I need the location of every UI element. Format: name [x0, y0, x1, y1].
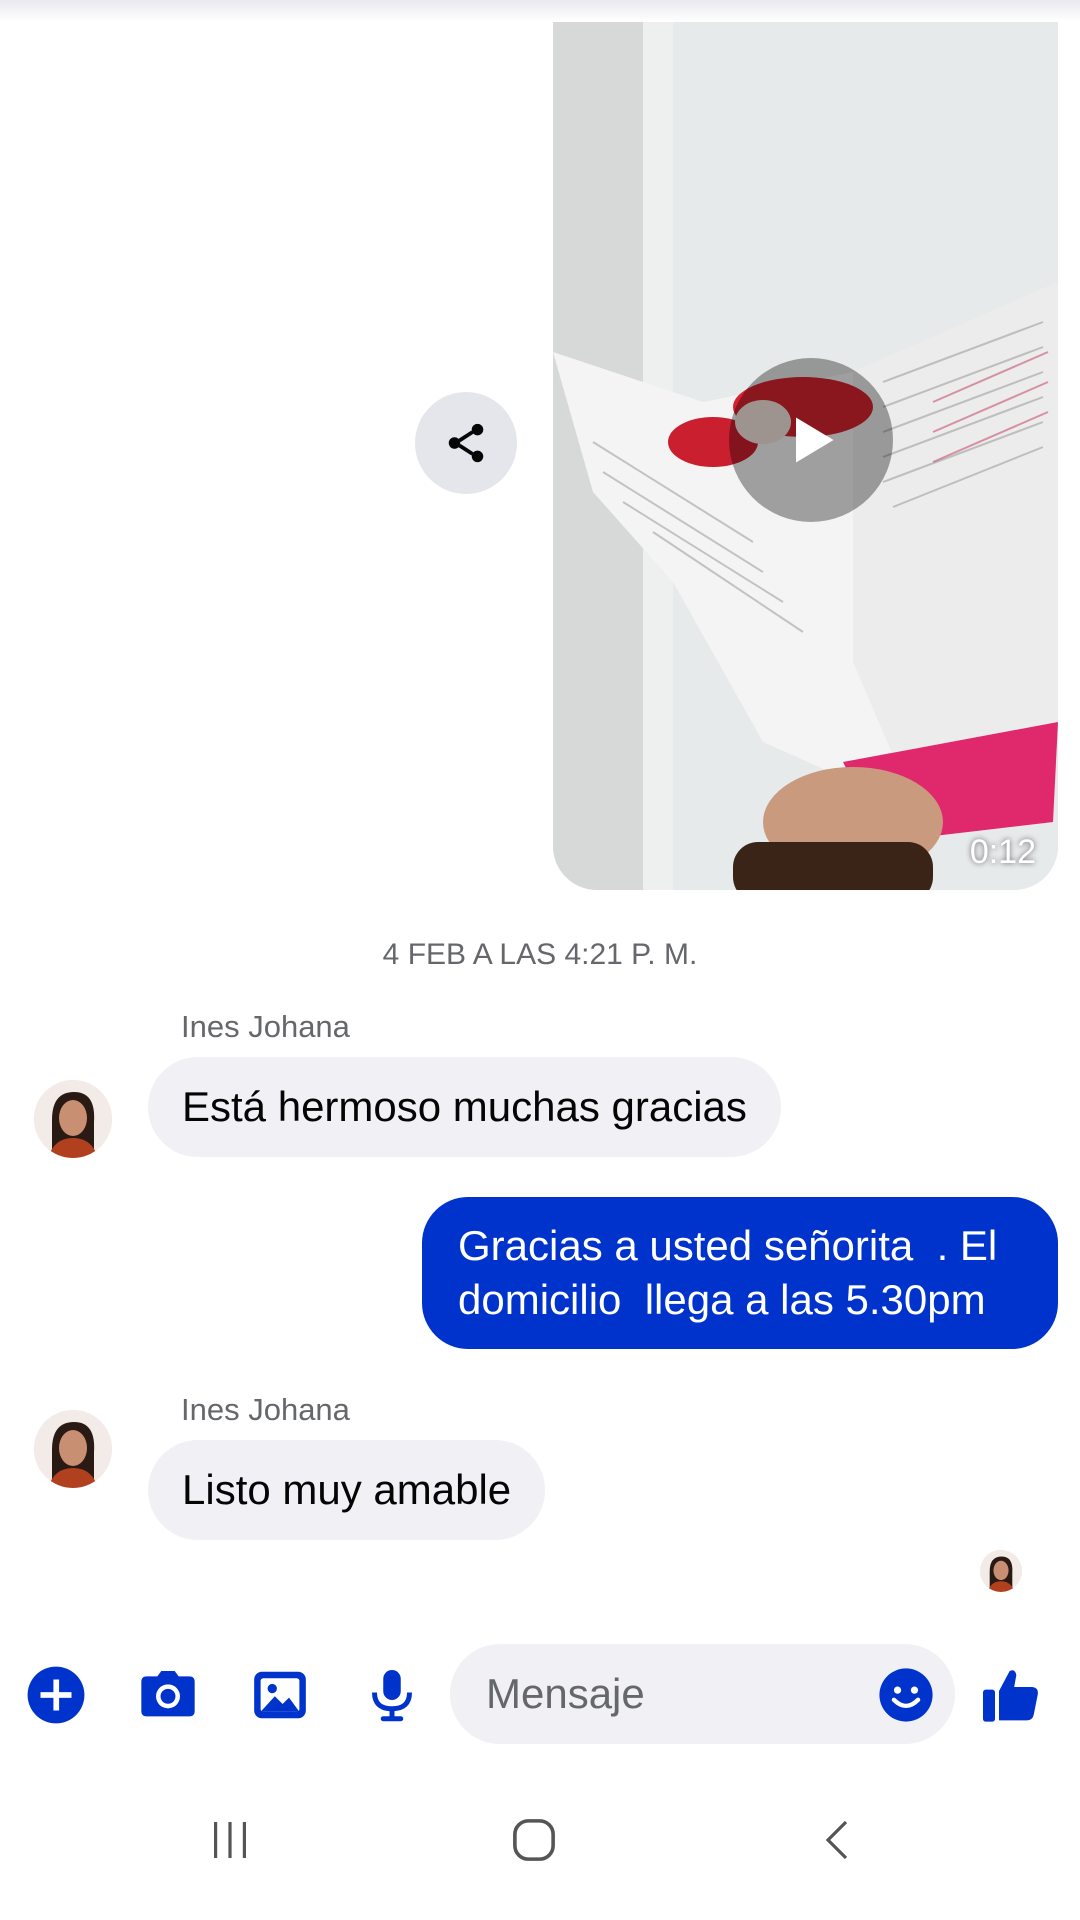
message-input-container[interactable]: [450, 1644, 955, 1744]
play-icon: [796, 417, 834, 463]
thumbs-up-icon: [983, 1670, 1038, 1722]
play-button[interactable]: [729, 358, 893, 522]
message-text: Está hermoso muchas gracias: [182, 1083, 747, 1130]
back-icon: [825, 1820, 848, 1860]
avatar[interactable]: [34, 1080, 112, 1158]
message-text-line: domicilio llega a las 5.30pm: [458, 1276, 986, 1323]
plus-button[interactable]: [21, 1660, 91, 1730]
microphone-icon: [372, 1670, 412, 1722]
message-timestamp: 4 FEB A LAS 4:21 P. M.: [382, 938, 698, 971]
incoming-message-bubble[interactable]: Listo muy amable: [148, 1440, 546, 1540]
message-text: Listo muy amable: [182, 1466, 512, 1513]
video-duration: 0:12: [969, 833, 1036, 871]
plus-circle-icon: [27, 1666, 85, 1724]
recent-apps-button[interactable]: [190, 1800, 270, 1880]
emoji-button[interactable]: [877, 1666, 935, 1724]
microphone-button[interactable]: [357, 1660, 427, 1730]
camera-icon: [141, 1671, 195, 1717]
video-message[interactable]: 0:12: [553, 22, 1058, 890]
home-icon: [513, 1819, 555, 1861]
outgoing-message-bubble[interactable]: Gracias a usted señorita . El domicilio …: [422, 1197, 1058, 1349]
share-icon: [448, 423, 484, 463]
avatar[interactable]: [34, 1410, 112, 1488]
top-edge: [0, 0, 1080, 22]
camera-button[interactable]: [133, 1660, 203, 1730]
gallery-button[interactable]: [245, 1660, 315, 1730]
message-text-line: Gracias a usted señorita . El: [458, 1222, 998, 1269]
back-button[interactable]: [798, 1800, 878, 1880]
sender-name: Ines Johana: [181, 1392, 350, 1427]
like-button[interactable]: [976, 1660, 1046, 1730]
seen-avatar: [980, 1550, 1022, 1592]
share-button[interactable]: [415, 392, 517, 494]
incoming-message-bubble[interactable]: Está hermoso muchas gracias: [148, 1057, 781, 1157]
home-button[interactable]: [494, 1800, 574, 1880]
recent-apps-icon: [214, 1822, 246, 1858]
emoji-icon: [879, 1668, 933, 1722]
sender-name: Ines Johana: [181, 1009, 350, 1044]
message-input[interactable]: [484, 1669, 848, 1719]
image-icon: [254, 1671, 306, 1719]
